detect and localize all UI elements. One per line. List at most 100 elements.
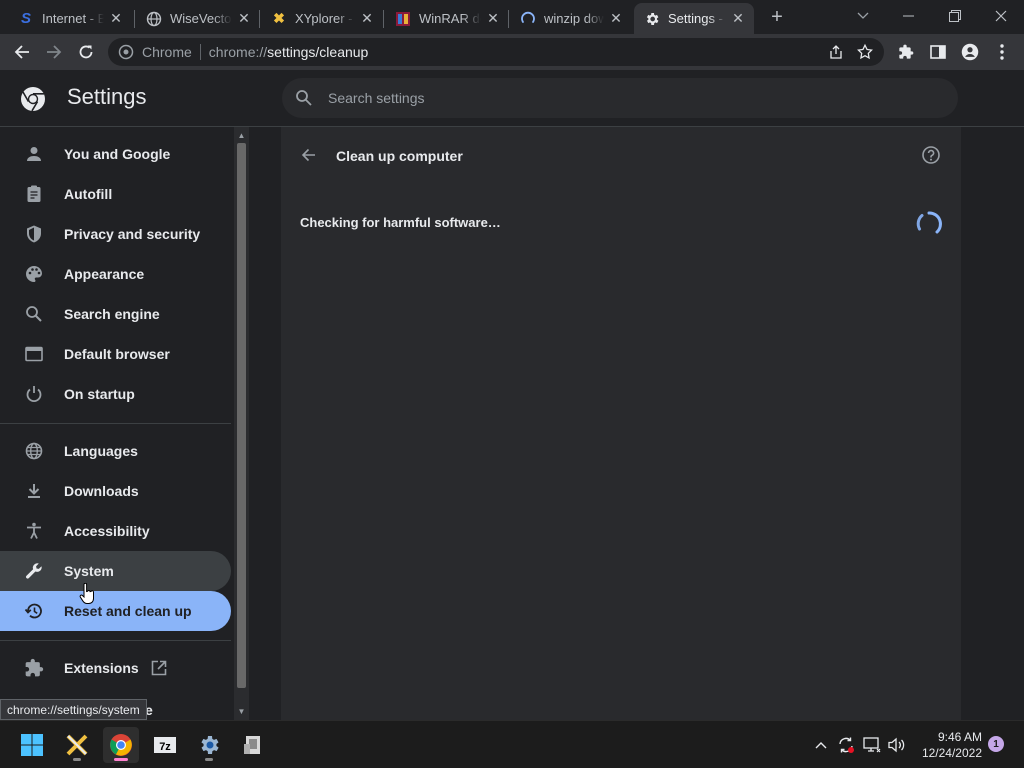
- hand-cursor-icon: [79, 582, 95, 605]
- browser-icon: [24, 344, 44, 364]
- tab-strip: S Internet - B ✕ WiseVector ✕ ✖ XYplorer…: [0, 0, 1024, 34]
- sidebar-item-accessibility[interactable]: Accessibility: [0, 511, 231, 551]
- close-icon[interactable]: ✕: [359, 10, 375, 27]
- start-button[interactable]: [14, 727, 50, 763]
- open-in-new-icon: [150, 659, 168, 677]
- bookmark-star-icon[interactable]: [856, 43, 874, 61]
- close-icon[interactable]: ✕: [608, 10, 624, 27]
- tab-search-chevron-icon[interactable]: [840, 0, 886, 32]
- installer-taskbar-icon[interactable]: [235, 727, 271, 763]
- link-status-bubble: chrome://settings/system: [0, 699, 147, 720]
- sidebar-item-system[interactable]: System: [0, 551, 231, 591]
- sidebar-item-you-and-google[interactable]: You and Google: [0, 134, 231, 174]
- url-path: settings/cleanup: [267, 44, 369, 60]
- sidebar-item-autofill[interactable]: Autofill: [0, 174, 231, 214]
- back-arrow-icon[interactable]: [299, 145, 319, 165]
- card-title: Clean up computer: [336, 148, 463, 164]
- back-button[interactable]: [8, 38, 36, 66]
- sidebar-item-appearance[interactable]: Appearance: [0, 254, 231, 294]
- tab-wisevector[interactable]: WiseVector ✕: [136, 3, 260, 34]
- volume-icon[interactable]: [887, 735, 907, 755]
- close-icon[interactable]: ✕: [730, 10, 746, 27]
- share-icon[interactable]: [828, 44, 844, 60]
- extensions-puzzle-icon[interactable]: [892, 38, 920, 66]
- clock-time: 9:46 AM: [937, 730, 982, 744]
- address-bar[interactable]: Chrome chrome://settings/cleanup: [108, 38, 884, 66]
- svg-text:7z: 7z: [159, 741, 171, 753]
- tab-xyplorer[interactable]: ✖ XYplorer - B ✕: [261, 3, 383, 34]
- close-window-button[interactable]: [978, 0, 1024, 32]
- url-host: chrome://: [208, 44, 268, 60]
- settings-content: Clean up computer Checking for harmful s…: [249, 127, 1024, 720]
- search-placeholder: Search settings: [328, 90, 425, 106]
- sidebar-item-default-browser[interactable]: Default browser: [0, 334, 231, 374]
- 7zip-taskbar-icon[interactable]: 7z: [147, 727, 183, 763]
- tab-winrar[interactable]: WinRAR do ✕: [385, 3, 509, 34]
- power-icon: [24, 384, 44, 404]
- download-icon: [24, 481, 44, 501]
- xyplorer-taskbar-icon[interactable]: [59, 727, 95, 763]
- s-logo-icon: S: [20, 10, 31, 27]
- tab-winzip[interactable]: winzip dow ✕: [510, 3, 632, 34]
- accessibility-icon: [24, 521, 44, 541]
- chrome-scheme-label: Chrome: [142, 44, 192, 60]
- tab-internet[interactable]: S Internet - B ✕: [8, 3, 132, 34]
- browser-toolbar: Chrome chrome://settings/cleanup: [0, 34, 1024, 70]
- search-icon: [24, 304, 44, 324]
- network-icon[interactable]: [862, 735, 882, 755]
- loading-spinner-icon: [915, 210, 943, 238]
- puzzle-icon: [24, 658, 44, 678]
- sidebar-item-downloads[interactable]: Downloads: [0, 471, 231, 511]
- search-icon: [294, 88, 314, 108]
- profile-avatar-icon[interactable]: [956, 38, 984, 66]
- palette-icon: [24, 264, 44, 284]
- sidebar-scrollbar[interactable]: ▲ ▼: [234, 127, 249, 720]
- sidebar-item-reset-and-clean-up[interactable]: Reset and clean up: [0, 591, 231, 631]
- chrome-taskbar-icon[interactable]: [103, 727, 139, 763]
- system-clock[interactable]: 9:46 AM 12/24/2022: [916, 729, 982, 761]
- scroll-up-arrow-icon[interactable]: ▲: [237, 131, 246, 140]
- scroll-down-arrow-icon[interactable]: ▼: [237, 707, 246, 716]
- close-icon[interactable]: ✕: [108, 10, 124, 27]
- new-tab-button[interactable]: +: [766, 6, 788, 28]
- person-icon: [24, 144, 44, 164]
- winrar-icon: [395, 11, 411, 27]
- scrollbar-thumb[interactable]: [237, 143, 246, 688]
- side-panel-icon[interactable]: [924, 38, 952, 66]
- sidebar-item-search-engine[interactable]: Search engine: [0, 294, 231, 334]
- tab-settings[interactable]: Settings - C ✕: [634, 3, 754, 34]
- scan-status-text: Checking for harmful software…: [300, 215, 501, 230]
- settings-taskbar-icon[interactable]: [191, 727, 227, 763]
- help-icon[interactable]: [921, 145, 941, 165]
- loading-icon: [520, 11, 536, 27]
- xyplorer-icon: ✖: [273, 10, 285, 26]
- menu-kebab-icon[interactable]: [988, 38, 1016, 66]
- sidebar-item-extensions[interactable]: Extensions: [0, 648, 231, 688]
- reload-button[interactable]: [72, 38, 100, 66]
- chrome-page-icon: [118, 44, 134, 60]
- settings-sidebar: You and Google Autofill Privacy and secu…: [0, 127, 234, 720]
- clock-date: 12/24/2022: [921, 746, 982, 760]
- close-icon[interactable]: ✕: [236, 10, 252, 27]
- clipboard-icon: [24, 184, 44, 204]
- cleanup-card: Clean up computer Checking for harmful s…: [281, 127, 961, 720]
- windows-taskbar: 7z 9:46 AM 12/24/2022 1: [0, 720, 1024, 768]
- page-title: Settings: [67, 84, 147, 109]
- chrome-logo-icon: [20, 86, 46, 112]
- restore-button[interactable]: [932, 0, 978, 32]
- gear-icon: [644, 11, 660, 27]
- sidebar-item-privacy-and-security[interactable]: Privacy and security: [0, 214, 231, 254]
- minimize-button[interactable]: [886, 0, 932, 32]
- sync-error-icon[interactable]: [836, 735, 856, 755]
- notification-badge[interactable]: 1: [988, 736, 1004, 752]
- globe-icon: [146, 11, 162, 27]
- show-hidden-icons-chevron-icon[interactable]: [811, 735, 831, 755]
- close-icon[interactable]: ✕: [485, 10, 501, 27]
- forward-button[interactable]: [40, 38, 68, 66]
- restore-icon: [24, 601, 44, 621]
- search-settings-input[interactable]: Search settings: [282, 78, 958, 118]
- sidebar-item-languages[interactable]: Languages: [0, 431, 231, 471]
- sidebar-item-on-startup[interactable]: On startup: [0, 374, 231, 414]
- globe-icon: [24, 441, 44, 461]
- shield-icon: [24, 224, 44, 244]
